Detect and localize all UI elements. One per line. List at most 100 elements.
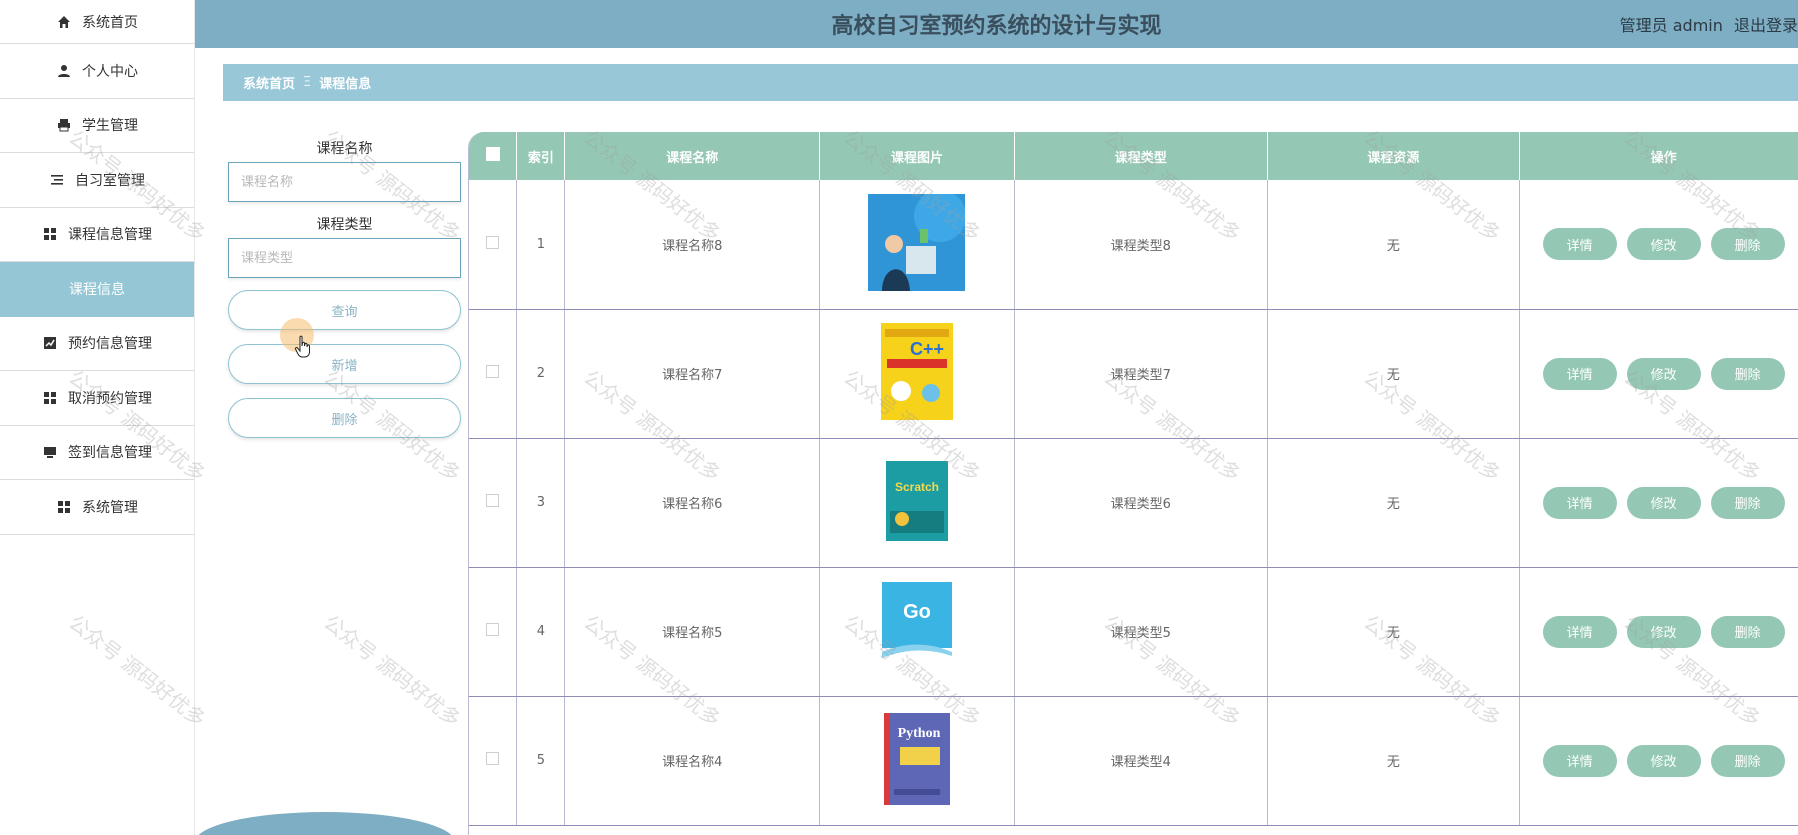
- column-header: 课程资源: [1267, 132, 1521, 180]
- row-actions: 详情 修改 删除: [1519, 696, 1798, 826]
- cover-text: Go: [903, 601, 931, 623]
- course-name-input[interactable]: [228, 162, 461, 202]
- table-row: 3 课程名称6 Scratch 课程类型6 无 详情 修改 删除: [469, 438, 1798, 568]
- logout-link[interactable]: 退出登录: [1734, 16, 1798, 35]
- row-checkbox[interactable]: [486, 365, 500, 378]
- sidebar-item-system[interactable]: 系统管理: [0, 480, 194, 535]
- edit-button[interactable]: 修改: [1626, 744, 1701, 777]
- sidebar-item-label: 系统首页: [82, 14, 138, 31]
- detail-button[interactable]: 详情: [1542, 228, 1617, 261]
- edit-button[interactable]: 修改: [1626, 615, 1701, 648]
- cover-text: C++: [910, 339, 944, 359]
- edit-button[interactable]: 修改: [1626, 357, 1701, 390]
- search-panel: 课程名称 课程类型 查询 新增 删除: [228, 138, 461, 452]
- row-course-resource: 无: [1267, 180, 1521, 310]
- hand-cursor-icon: [294, 335, 310, 358]
- add-button[interactable]: 新增: [228, 344, 461, 384]
- user-role: 管理员 admin: [1619, 16, 1723, 35]
- detail-button[interactable]: 详情: [1542, 744, 1617, 777]
- row-course-type: 课程类型4: [1014, 696, 1268, 826]
- sidebar-item-course-info[interactable]: 课程信息: [0, 262, 194, 317]
- watermark: 公众号 源码好优多: [319, 610, 466, 732]
- decorative-wave: [195, 812, 455, 835]
- printer-icon: [56, 117, 72, 133]
- breadcrumb: 系统首页 Ξ 课程信息: [223, 64, 1798, 101]
- user-area: 管理员 admin 退出登录: [1614, 12, 1798, 36]
- row-course-image-cell: Scratch: [819, 438, 1015, 568]
- course-type-label: 课程类型: [316, 217, 373, 233]
- row-index: 3: [516, 438, 566, 568]
- delete-button[interactable]: 删除: [1710, 228, 1785, 261]
- row-course-name: 课程名称4: [564, 696, 821, 826]
- select-all-checkbox[interactable]: [485, 147, 500, 161]
- table-row: 5 课程名称4 Python 课程类型4 无 详情 修改 删除: [469, 696, 1798, 826]
- cover-text: Python: [898, 726, 941, 741]
- row-course-resource: 无: [1267, 567, 1521, 697]
- breadcrumb-home[interactable]: 系统首页: [243, 73, 295, 92]
- row-checkbox[interactable]: [486, 494, 500, 507]
- row-index: 5: [516, 696, 566, 826]
- sidebar-item-home[interactable]: 系统首页: [0, 0, 194, 44]
- row-course-name: 课程名称6: [564, 438, 821, 568]
- delete-button[interactable]: 删除: [1710, 744, 1785, 777]
- grid-icon: [56, 499, 72, 515]
- sidebar-item-checkins[interactable]: 签到信息管理: [0, 426, 194, 480]
- delete-button[interactable]: 删除: [1710, 615, 1785, 648]
- sidebar-item-course-management[interactable]: 课程信息管理: [0, 208, 194, 262]
- sidebar-item-label: 系统管理: [82, 499, 138, 516]
- row-course-name: 课程名称8: [564, 180, 821, 310]
- home-icon: [56, 14, 72, 30]
- sidebar-item-label: 个人中心: [82, 63, 138, 80]
- batch-delete-button[interactable]: 删除: [228, 398, 461, 438]
- top-header: 高校自习室预约系统的设计与实现 管理员 admin 退出登录: [195, 0, 1798, 48]
- column-header: 索引: [516, 132, 566, 180]
- sidebar-item-label: 课程信息: [69, 281, 125, 298]
- edit-button[interactable]: 修改: [1626, 228, 1701, 261]
- course-type-input[interactable]: [228, 238, 461, 278]
- column-header: 课程名称: [564, 132, 821, 180]
- row-actions: 详情 修改 删除: [1519, 309, 1798, 439]
- table-row: 1 课程名称8 课程类型8 无 详情 修改 删除: [469, 180, 1798, 310]
- table-row: 4 课程名称5 Go 课程类型5 无 详情 修改 删除: [469, 567, 1798, 697]
- app-title: 高校自习室预约系统的设计与实现: [831, 14, 1162, 39]
- detail-button[interactable]: 详情: [1542, 615, 1617, 648]
- edit-button[interactable]: 修改: [1626, 486, 1701, 519]
- sidebar-item-reservations[interactable]: 预约信息管理: [0, 317, 194, 371]
- row-index: 4: [516, 567, 566, 697]
- row-checkbox[interactable]: [486, 235, 500, 249]
- course-cover-image: Python: [883, 712, 950, 805]
- app-root: 系统首页 个人中心 学生管理 自习室管理 课程信息管理 课程信息 预约信息管理 …: [0, 0, 1798, 835]
- row-actions: 详情 修改 删除: [1519, 438, 1798, 568]
- row-course-image-cell: Python: [819, 696, 1015, 826]
- row-actions: 详情 修改 删除: [1519, 567, 1798, 697]
- row-course-type: 课程类型8: [1014, 180, 1268, 310]
- delete-button[interactable]: 删除: [1710, 486, 1785, 519]
- table-header: 索引 课程名称 课程图片 课程类型 课程资源 操作: [469, 132, 1798, 180]
- row-index: 2: [516, 309, 566, 439]
- course-table-container: 索引 课程名称 课程图片 课程类型 课程资源 操作 1 课程名称8 课程类型8 …: [468, 132, 1798, 835]
- row-course-resource: 无: [1267, 309, 1521, 439]
- sidebar-item-profile[interactable]: 个人中心: [0, 44, 194, 99]
- sidebar-item-study-rooms[interactable]: 自习室管理: [0, 153, 194, 208]
- grid-icon: [42, 390, 58, 406]
- monitor-icon: [42, 444, 58, 460]
- column-header: 课程类型: [1014, 132, 1268, 180]
- row-course-type: 课程类型6: [1014, 438, 1268, 568]
- row-course-name: 课程名称7: [564, 309, 821, 439]
- breadcrumb-separator: Ξ: [303, 75, 312, 90]
- sidebar: 系统首页 个人中心 学生管理 自习室管理 课程信息管理 课程信息 预约信息管理 …: [0, 0, 195, 835]
- row-course-type: 课程类型7: [1014, 309, 1268, 439]
- query-button[interactable]: 查询: [228, 290, 461, 330]
- list-icon: [49, 172, 65, 188]
- select-all-cell: [469, 132, 518, 180]
- sidebar-item-students[interactable]: 学生管理: [0, 99, 194, 153]
- row-checkbox[interactable]: [486, 623, 500, 636]
- sidebar-item-cancellations[interactable]: 取消预约管理: [0, 371, 194, 426]
- detail-button[interactable]: 详情: [1542, 486, 1617, 519]
- detail-button[interactable]: 详情: [1542, 357, 1617, 390]
- row-course-type: 课程类型5: [1014, 567, 1268, 697]
- row-checkbox[interactable]: [486, 752, 500, 765]
- delete-button[interactable]: 删除: [1710, 357, 1785, 390]
- breadcrumb-current: 课程信息: [319, 77, 372, 92]
- row-course-image-cell: [819, 180, 1015, 310]
